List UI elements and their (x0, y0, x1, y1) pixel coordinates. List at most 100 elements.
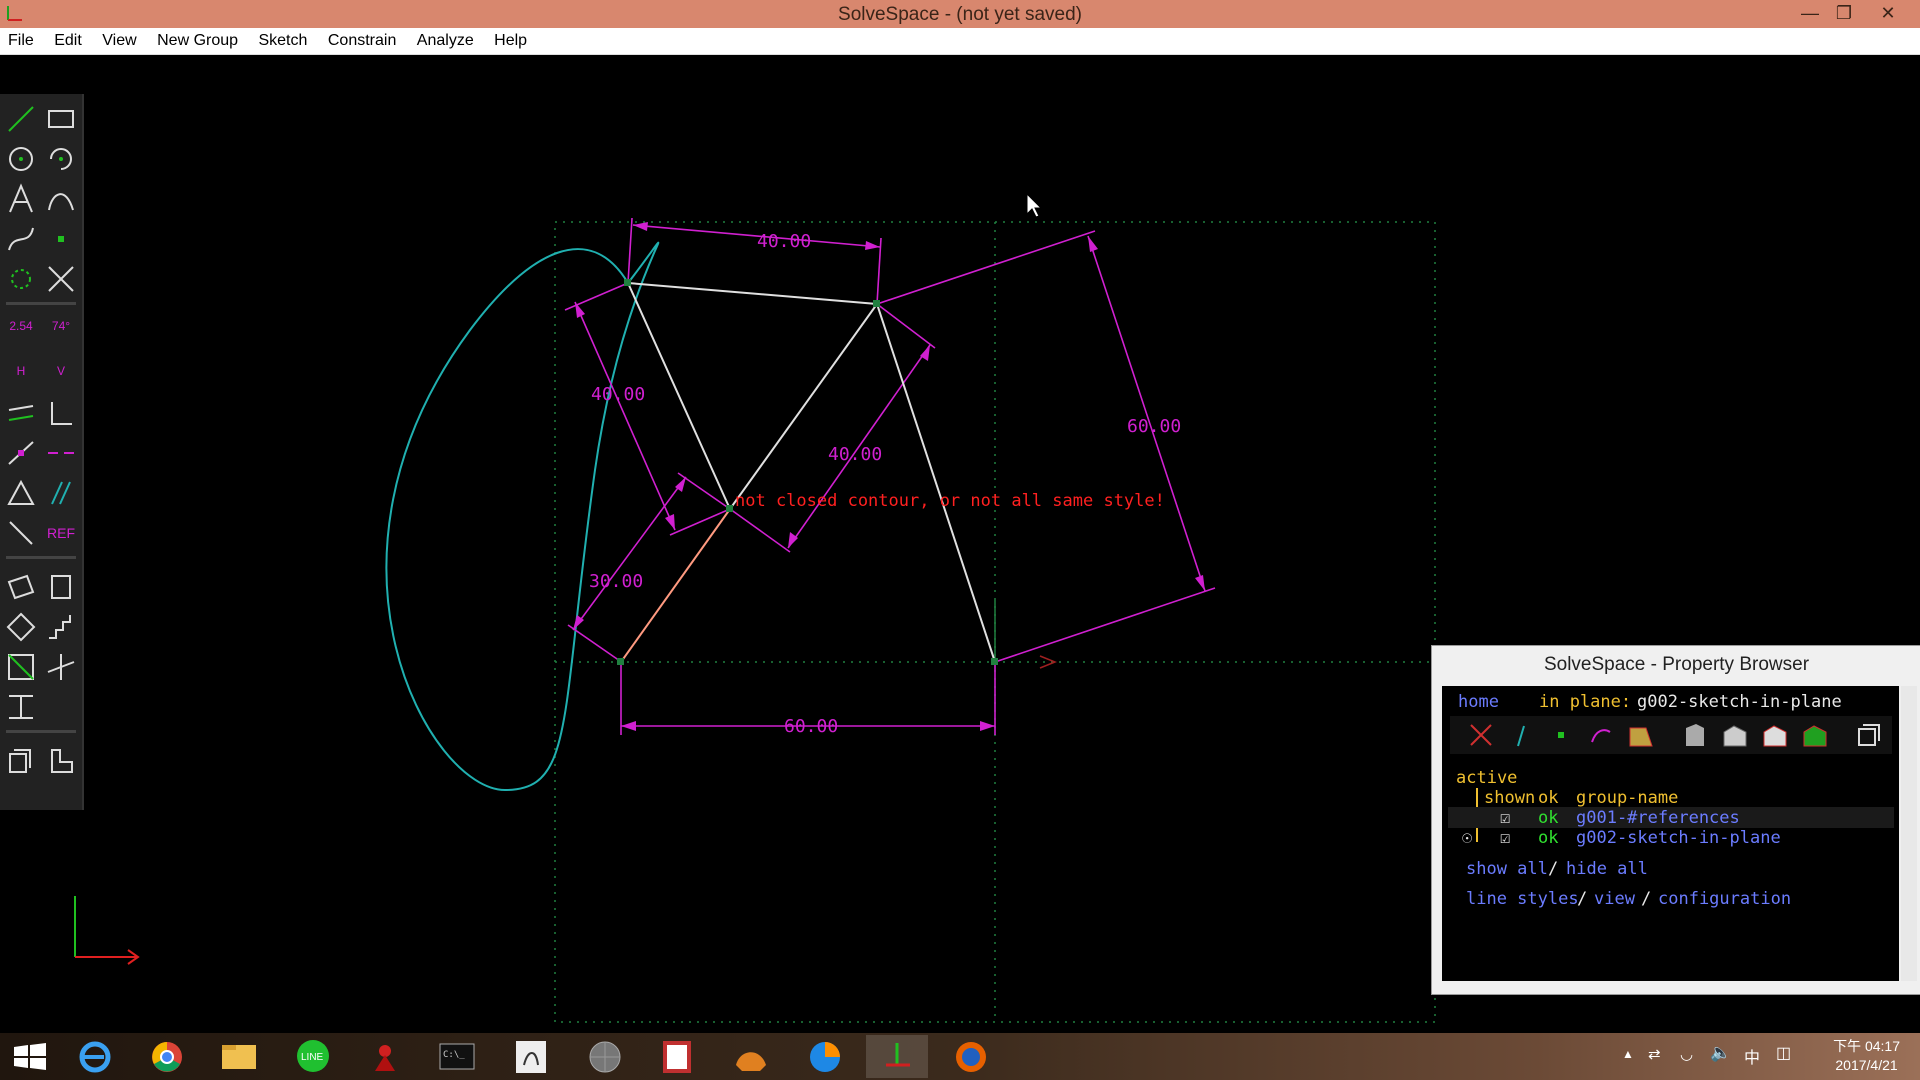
hide-all-link[interactable]: hide all (1566, 859, 1648, 879)
menu-analyze[interactable]: Analyze (409, 28, 482, 54)
property-browser-scrollbar[interactable] (1901, 686, 1917, 981)
reference-toggle-icon[interactable]: REF (44, 516, 78, 550)
sketch-entities[interactable] (627, 282, 996, 663)
vertical-constraint-icon[interactable]: V (44, 356, 78, 390)
point-on-constraint-icon[interactable] (4, 436, 38, 470)
tangent-arc-tool-icon[interactable] (44, 182, 78, 216)
show-edges-icon[interactable] (1720, 720, 1750, 750)
menu-file[interactable]: File (0, 28, 42, 54)
app-icon[interactable] (354, 1035, 416, 1078)
menu-constrain[interactable]: Constrain (320, 28, 404, 54)
origin-marker (994, 600, 1058, 669)
property-browser-title: SolveSpace - Property Browser (1543, 654, 1810, 675)
show-faces-icon[interactable] (1626, 720, 1656, 750)
shown-checkbox[interactable]: ☑ (1500, 808, 1510, 828)
menu-help[interactable]: Help (486, 28, 535, 54)
perpendicular-constraint-icon[interactable] (44, 396, 78, 430)
taskbar-clock[interactable]: 下午 04:17 2017/4/21 (1833, 1037, 1900, 1075)
line-segment (876, 303, 996, 663)
configuration-link[interactable]: configuration (1658, 889, 1791, 909)
horizontal-constraint-icon[interactable]: H (4, 356, 38, 390)
signal-icon[interactable]: ◡ (1680, 1045, 1693, 1063)
chrome-icon[interactable] (136, 1035, 198, 1078)
sketch-points[interactable] (617, 279, 998, 665)
perspective-toggle-icon[interactable] (1854, 720, 1884, 750)
show-mesh-icon[interactable] (1800, 720, 1830, 750)
svg-text:C:\_: C:\_ (443, 1050, 465, 1060)
extrude-group-icon[interactable] (4, 744, 38, 778)
distance-dimension-icon[interactable]: 2.54 (4, 316, 38, 350)
construction-tool-icon[interactable] (4, 262, 38, 296)
constraint-lines (564, 217, 1216, 735)
command-prompt-icon[interactable]: C:\_ (426, 1035, 488, 1078)
other-constraint-icon[interactable] (4, 516, 38, 550)
group-name-link[interactable]: g001-#references (1576, 808, 1740, 828)
rectangle-tool-icon[interactable] (44, 102, 78, 136)
scratch-icon[interactable] (720, 1035, 782, 1078)
shown-checkbox[interactable]: ☑ (1500, 828, 1510, 848)
group-status: ok (1538, 808, 1559, 828)
firefox-icon[interactable] (940, 1035, 1002, 1078)
spline-curve[interactable] (385, 241, 660, 792)
show-points-icon[interactable] (1546, 720, 1576, 750)
windows-start-icon[interactable] (0, 1035, 62, 1078)
dimension-label: 40.00 (591, 384, 645, 405)
active-radio[interactable]: ☉ (1462, 828, 1472, 848)
point-tool-icon[interactable] (44, 222, 78, 256)
workplane-group-icon[interactable] (4, 570, 38, 604)
parallel-constraint-icon[interactable] (4, 396, 38, 430)
section-view-icon[interactable] (4, 690, 38, 724)
orientation-constraint-icon[interactable] (44, 476, 78, 510)
split-tool-icon[interactable] (44, 262, 78, 296)
line-segment (627, 282, 878, 305)
show-workplanes-icon[interactable] (1466, 720, 1496, 750)
lathe-group-icon[interactable] (44, 744, 78, 778)
show-all-link[interactable]: show all (1466, 859, 1548, 879)
dimension-label: 60.00 (1127, 416, 1181, 437)
volume-icon[interactable]: 🔈 (1710, 1043, 1731, 1063)
maximize-icon[interactable]: ❐ (1822, 0, 1866, 28)
solvespace-taskbar-icon[interactable] (866, 1035, 928, 1078)
nearest-ortho-icon[interactable] (4, 650, 38, 684)
bezier-tool-icon[interactable] (4, 222, 38, 256)
arc-tool-icon[interactable] (44, 142, 78, 176)
internet-explorer-icon[interactable] (64, 1035, 126, 1078)
show-normals-icon[interactable] (1506, 720, 1536, 750)
menu-edit[interactable]: Edit (46, 28, 90, 54)
step-rotate-icon[interactable] (4, 610, 38, 644)
line-tool-icon[interactable] (4, 102, 38, 136)
menu-new-group[interactable]: New Group (149, 28, 246, 54)
show-hidden-icons-icon[interactable]: ▲ (1622, 1047, 1634, 1061)
file-explorer-icon[interactable] (208, 1035, 270, 1078)
home-link[interactable]: home (1458, 692, 1499, 712)
firefox-dev-icon[interactable] (794, 1035, 856, 1078)
action-center-icon[interactable]: ◫ (1776, 1043, 1791, 1063)
symmetric-constraint-icon[interactable] (4, 476, 38, 510)
sphere-app-icon[interactable] (574, 1035, 636, 1078)
group-name-link[interactable]: g002-sketch-in-plane (1576, 828, 1781, 848)
line-app-icon[interactable]: LINE (282, 1035, 344, 1078)
ime-indicator[interactable]: 中 (1744, 1044, 1760, 1068)
gimp-icon[interactable] (646, 1035, 708, 1078)
midpoint-constraint-icon[interactable] (44, 436, 78, 470)
network-icon[interactable]: ⇄ (1648, 1045, 1661, 1063)
menu-sketch[interactable]: Sketch (250, 28, 315, 54)
nearest-iso-icon[interactable] (44, 650, 78, 684)
active-label: active (1456, 768, 1518, 788)
step-translate-icon[interactable] (44, 610, 78, 644)
line-styles-link[interactable]: line styles (1466, 889, 1579, 909)
close-icon[interactable]: ✕ (1866, 0, 1910, 28)
visibility-toolbar (1450, 716, 1892, 754)
show-shaded-icon[interactable] (1680, 720, 1710, 750)
circle-tool-icon[interactable] (4, 142, 38, 176)
angle-dimension-icon[interactable]: 74° (44, 316, 78, 350)
property-browser-window: SolveSpace - Property Browser home in pl… (1431, 645, 1920, 995)
3d-group-icon[interactable] (44, 570, 78, 604)
view-link[interactable]: view (1594, 889, 1635, 909)
show-constraints-icon[interactable] (1586, 720, 1616, 750)
text-tool-icon[interactable] (4, 182, 38, 216)
inkscape-icon[interactable] (500, 1035, 562, 1078)
menu-view[interactable]: View (94, 28, 144, 54)
show-outlines-icon[interactable] (1760, 720, 1790, 750)
title-bar: SolveSpace - (not yet saved) — ❐ ✕ (0, 0, 1920, 28)
